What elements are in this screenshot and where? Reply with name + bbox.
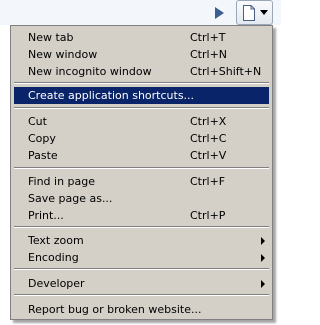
page-context-menu: New tab Ctrl+T New window Ctrl+N New inc… bbox=[10, 25, 273, 320]
menu-item-cut[interactable]: Cut Ctrl+X bbox=[14, 113, 269, 130]
menu-item-new-incognito-window[interactable]: New incognito window Ctrl+Shift+N bbox=[14, 63, 269, 80]
menu-item-shortcut: Ctrl+X bbox=[190, 115, 227, 128]
menu-separator bbox=[14, 167, 269, 169]
page-menu-icon bbox=[243, 5, 255, 21]
page-menu-button[interactable] bbox=[236, 0, 273, 25]
menu-item-label: Create application shortcuts... bbox=[28, 89, 195, 102]
browser-toolbar bbox=[0, 0, 281, 25]
menu-item-print[interactable]: Print... Ctrl+P bbox=[14, 207, 269, 224]
menu-item-shortcut: Ctrl+N bbox=[190, 48, 228, 61]
menu-item-label: Find in page bbox=[28, 175, 96, 188]
menu-item-shortcut: Ctrl+V bbox=[190, 149, 227, 162]
menu-item-text-zoom[interactable]: Text zoom bbox=[14, 232, 269, 249]
menu-separator bbox=[14, 226, 269, 228]
menu-item-create-application-shortcuts[interactable]: Create application shortcuts... bbox=[14, 87, 269, 104]
submenu-arrow-icon bbox=[261, 254, 265, 262]
menu-item-new-tab[interactable]: New tab Ctrl+T bbox=[14, 29, 269, 46]
menu-item-save-page-as[interactable]: Save page as... bbox=[14, 190, 269, 207]
menu-item-shortcut: Ctrl+T bbox=[190, 31, 226, 44]
menu-item-shortcut: Ctrl+Shift+N bbox=[190, 65, 262, 78]
menu-separator bbox=[14, 294, 269, 296]
menu-item-label: Save page as... bbox=[28, 192, 113, 205]
submenu-arrow-icon bbox=[261, 237, 265, 245]
menu-item-label: New tab bbox=[28, 31, 74, 44]
menu-item-label: Cut bbox=[28, 115, 47, 128]
menu-item-paste[interactable]: Paste Ctrl+V bbox=[14, 147, 269, 164]
menu-item-label: Text zoom bbox=[28, 234, 84, 247]
menu-item-encoding[interactable]: Encoding bbox=[14, 249, 269, 266]
menu-item-copy[interactable]: Copy Ctrl+C bbox=[14, 130, 269, 147]
menu-item-shortcut: Ctrl+C bbox=[190, 132, 227, 145]
menu-item-label: Report bug or broken website... bbox=[28, 303, 202, 316]
menu-item-shortcut: Ctrl+P bbox=[190, 209, 226, 222]
menu-separator bbox=[14, 82, 269, 84]
menu-separator bbox=[14, 268, 269, 270]
menu-item-developer[interactable]: Developer bbox=[14, 275, 269, 292]
menu-item-new-window[interactable]: New window Ctrl+N bbox=[14, 46, 269, 63]
menu-item-label: New window bbox=[28, 48, 98, 61]
submenu-arrow-icon bbox=[261, 280, 265, 288]
menu-item-label: Encoding bbox=[28, 251, 79, 264]
menu-item-label: New incognito window bbox=[28, 65, 152, 78]
menu-item-label: Paste bbox=[28, 149, 58, 162]
menu-item-report-bug[interactable]: Report bug or broken website... bbox=[14, 301, 269, 318]
menu-item-label: Copy bbox=[28, 132, 56, 145]
menu-item-find-in-page[interactable]: Find in page Ctrl+F bbox=[14, 173, 269, 190]
chevron-down-icon bbox=[260, 10, 268, 15]
menu-item-shortcut: Ctrl+F bbox=[190, 175, 226, 188]
play-arrow-icon[interactable] bbox=[212, 6, 226, 20]
menu-item-label: Developer bbox=[28, 277, 85, 290]
menu-separator bbox=[14, 107, 269, 109]
menu-item-label: Print... bbox=[28, 209, 64, 222]
